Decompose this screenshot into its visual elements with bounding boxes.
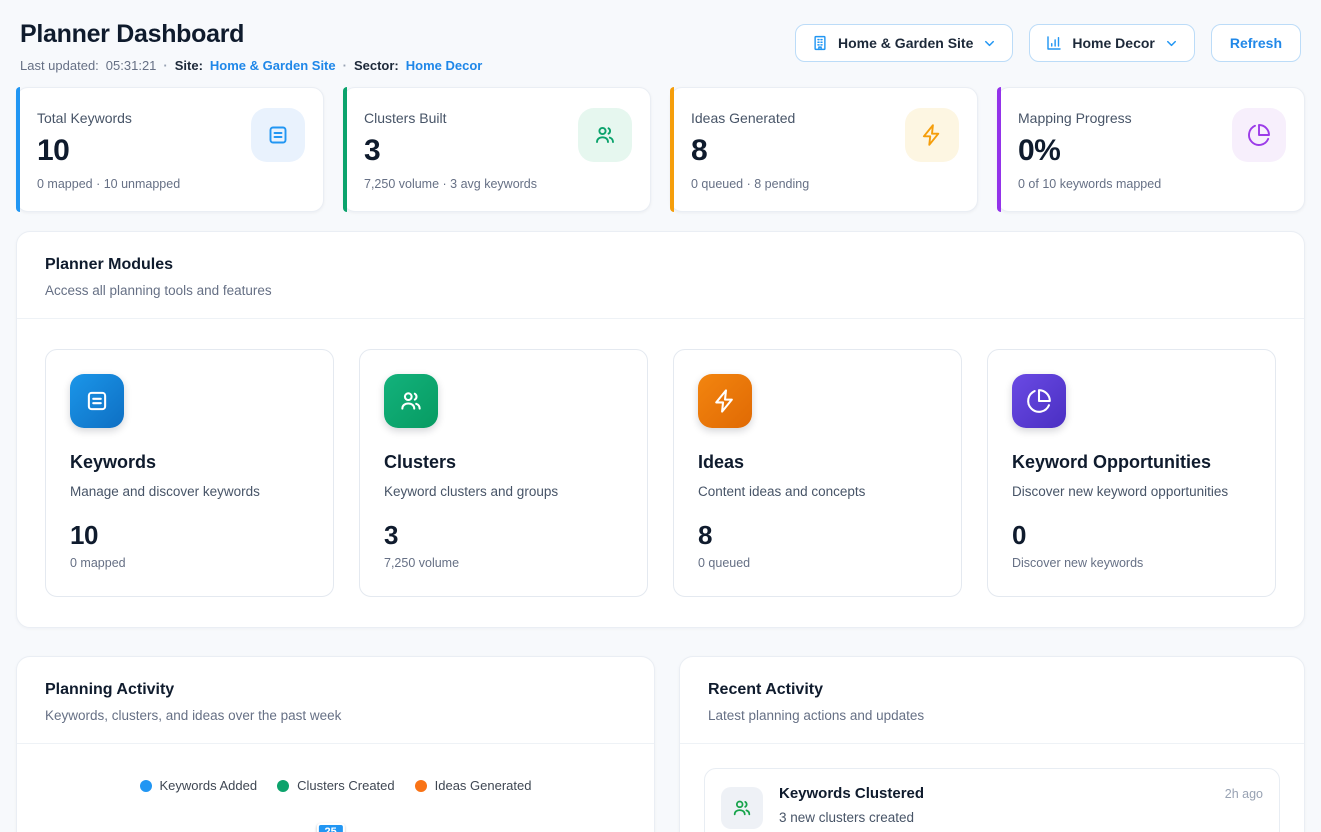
legend-item-ideas-generated[interactable]: Ideas Generated: [415, 778, 532, 793]
activity-content: Keywords Clustered 2h ago 3 new clusters…: [779, 785, 1263, 825]
module-sub: 0 queued: [698, 556, 937, 570]
module-title: Keyword Opportunities: [1012, 452, 1251, 473]
site-label: Site:: [175, 58, 203, 73]
stat-card-total-keywords: Total Keywords 10 0 mapped · 10 unmapped: [16, 87, 324, 212]
section-title: Recent Activity: [708, 681, 1276, 699]
planning-activity-panel: Planning Activity Keywords, clusters, an…: [16, 656, 655, 832]
module-value: 3: [384, 520, 623, 551]
planner-modules-panel: Planner Modules Access all planning tool…: [16, 231, 1305, 628]
module-title: Keywords: [70, 452, 309, 473]
chevron-down-icon: [1164, 36, 1179, 51]
users-icon: [578, 108, 632, 162]
module-card-keyword-opportunities[interactable]: Keyword Opportunities Discover new keywo…: [987, 349, 1276, 597]
activity-chart: Keywords Added Clusters Created Ideas Ge…: [17, 744, 654, 832]
planner-modules-header: Planner Modules Access all planning tool…: [17, 232, 1304, 318]
sector-label: Sector:: [354, 58, 399, 73]
planner-dashboard-page: Planner Dashboard Last updated: 05:31:21…: [0, 0, 1321, 832]
module-title: Clusters: [384, 452, 623, 473]
module-value: 0: [1012, 520, 1251, 551]
module-card-ideas[interactable]: Ideas Content ideas and concepts 8 0 que…: [673, 349, 962, 597]
keywords-added-series-line: [79, 820, 626, 832]
data-point-label: 25: [316, 823, 344, 832]
module-value: 10: [70, 520, 309, 551]
stat-card-clusters-built: Clusters Built 3 7,250 volume · 3 avg ke…: [343, 87, 651, 212]
bottom-row: Planning Activity Keywords, clusters, an…: [16, 656, 1305, 832]
module-sub: 0 mapped: [70, 556, 309, 570]
chevron-down-icon: [982, 36, 997, 51]
line-chart: 25 25 24: [45, 820, 626, 832]
sector-selector-dropdown[interactable]: Home Decor: [1029, 24, 1194, 62]
stats-row: Total Keywords 10 0 mapped · 10 unmapped…: [16, 87, 1305, 212]
document-icon: [70, 374, 124, 428]
activity-title: Keywords Clustered: [779, 785, 924, 802]
activity-list: Keywords Clustered 2h ago 3 new clusters…: [680, 744, 1304, 832]
page-title: Planner Dashboard: [20, 20, 482, 49]
section-title: Planner Modules: [45, 256, 1276, 274]
bar-chart-icon: [1045, 34, 1063, 52]
last-updated-value: 05:31:21: [106, 58, 157, 73]
document-icon: [251, 108, 305, 162]
pie-chart-icon: [1012, 374, 1066, 428]
stat-sub: 7,250 volume · 3 avg keywords: [364, 177, 630, 191]
module-description: Discover new keyword opportunities: [1012, 484, 1251, 499]
header-actions: Home & Garden Site Home Decor Refresh: [795, 24, 1301, 62]
modules-grid: Keywords Manage and discover keywords 10…: [17, 319, 1304, 627]
stat-card-mapping-progress: Mapping Progress 0% 0 of 10 keywords map…: [997, 87, 1305, 212]
module-description: Content ideas and concepts: [698, 484, 937, 499]
planning-activity-header: Planning Activity Keywords, clusters, an…: [17, 657, 654, 743]
activity-description: 3 new clusters created: [779, 810, 1263, 825]
module-description: Keyword clusters and groups: [384, 484, 623, 499]
header-text: Planner Dashboard Last updated: 05:31:21…: [20, 20, 482, 73]
activity-timestamp: 2h ago: [1225, 787, 1263, 801]
site-selector-label: Home & Garden Site: [838, 35, 973, 51]
stat-card-ideas-generated: Ideas Generated 8 0 queued · 8 pending: [670, 87, 978, 212]
legend-label: Clusters Created: [297, 778, 395, 793]
meta-separator: ·: [343, 58, 347, 73]
site-link[interactable]: Home & Garden Site: [210, 58, 336, 73]
last-updated-label: Last updated:: [20, 58, 99, 73]
legend-item-clusters-created[interactable]: Clusters Created: [277, 778, 395, 793]
section-subtitle: Latest planning actions and updates: [708, 708, 1276, 723]
section-subtitle: Access all planning tools and features: [45, 283, 1276, 298]
sector-link[interactable]: Home Decor: [406, 58, 483, 73]
legend-label: Keywords Added: [160, 778, 258, 793]
building-icon: [811, 34, 829, 52]
module-card-keywords[interactable]: Keywords Manage and discover keywords 10…: [45, 349, 334, 597]
activity-list-item: Keywords Clustered 2h ago 3 new clusters…: [704, 768, 1280, 832]
users-icon: [721, 787, 763, 829]
legend-dot-icon: [277, 780, 289, 792]
module-sub: Discover new keywords: [1012, 556, 1251, 570]
recent-activity-header: Recent Activity Latest planning actions …: [680, 657, 1304, 743]
module-card-clusters[interactable]: Clusters Keyword clusters and groups 3 7…: [359, 349, 648, 597]
stat-sub: 0 queued · 8 pending: [691, 177, 957, 191]
stat-sub: 0 mapped · 10 unmapped: [37, 177, 303, 191]
chart-plot-area: 25 24: [79, 820, 626, 832]
section-subtitle: Keywords, clusters, and ideas over the p…: [45, 708, 626, 723]
module-title: Ideas: [698, 452, 937, 473]
legend-dot-icon: [415, 780, 427, 792]
meta-separator: ·: [163, 58, 167, 73]
zap-icon: [905, 108, 959, 162]
refresh-button[interactable]: Refresh: [1211, 24, 1301, 62]
sector-selector-label: Home Decor: [1072, 35, 1154, 51]
stat-sub: 0 of 10 keywords mapped: [1018, 177, 1284, 191]
legend-item-keywords-added[interactable]: Keywords Added: [140, 778, 258, 793]
page-header: Planner Dashboard Last updated: 05:31:21…: [16, 20, 1305, 73]
section-title: Planning Activity: [45, 681, 626, 699]
header-meta: Last updated: 05:31:21 · Site: Home & Ga…: [20, 58, 482, 73]
module-description: Manage and discover keywords: [70, 484, 309, 499]
zap-icon: [698, 374, 752, 428]
legend-label: Ideas Generated: [435, 778, 532, 793]
pie-chart-icon: [1232, 108, 1286, 162]
module-sub: 7,250 volume: [384, 556, 623, 570]
module-value: 8: [698, 520, 937, 551]
site-selector-dropdown[interactable]: Home & Garden Site: [795, 24, 1013, 62]
chart-legend: Keywords Added Clusters Created Ideas Ge…: [45, 778, 626, 793]
legend-dot-icon: [140, 780, 152, 792]
users-icon: [384, 374, 438, 428]
recent-activity-panel: Recent Activity Latest planning actions …: [679, 656, 1305, 832]
